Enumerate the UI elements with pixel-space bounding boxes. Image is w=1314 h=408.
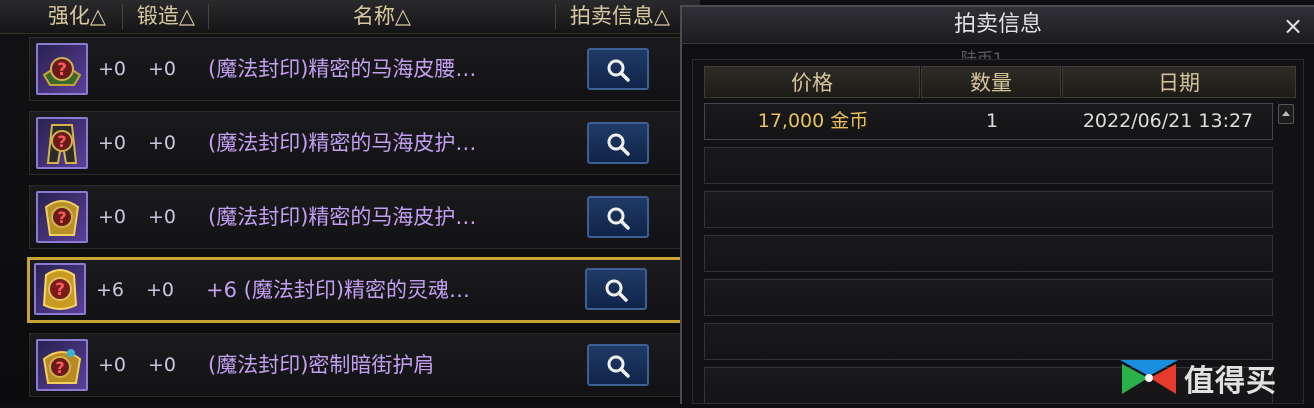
popup-title-bar[interactable]: 拍卖信息 × (682, 7, 1314, 44)
column-header-name[interactable]: 名称△ (212, 0, 552, 33)
item-name[interactable]: (魔法封印)精密的马海皮腰… (208, 38, 476, 100)
item-name[interactable]: +6 (魔法封印)精密的灵魂… (206, 260, 470, 320)
watermark-text: 值得买 (1184, 364, 1277, 399)
column-header-forge[interactable]: 锻造△ (126, 0, 206, 33)
column-header-date: 日期 (1062, 66, 1296, 98)
popup-title: 拍卖信息 (953, 12, 1042, 37)
header-divider (122, 4, 123, 29)
search-auction-button[interactable] (587, 344, 649, 386)
svg-text:?: ? (57, 208, 66, 227)
forge-value: +0 (148, 132, 177, 154)
list-header: 强化△ 锻造△ 名称△ 拍卖信息△ (0, 0, 700, 34)
scroll-up-button[interactable] (1278, 104, 1294, 124)
item-row[interactable]: ? +0 +0 (魔法封印)密制暗街护肩 (29, 333, 689, 397)
item-slot[interactable]: ? (36, 191, 88, 243)
price-cell: 17,000 金币 (757, 110, 869, 132)
soul-armor-icon: ? (42, 269, 78, 310)
item-slot[interactable]: ? (36, 43, 88, 95)
enhance-value: +0 (98, 58, 127, 80)
enhance-value: +0 (98, 132, 127, 154)
forge-value: +0 (148, 58, 177, 80)
shoulder-guard-icon: ? (42, 349, 82, 384)
shoulder-icon: ? (44, 200, 80, 236)
forge-value: +0 (148, 206, 177, 228)
item-name[interactable]: (魔法封印)精密的马海皮护… (208, 112, 476, 174)
item-list-panel: 强化△ 锻造△ 名称△ 拍卖信息△ ? +0 +0 (魔法封印)精密的马海皮腰… (0, 0, 700, 404)
belt-icon: ? (42, 57, 82, 86)
column-header-quantity: 数量 (921, 66, 1061, 98)
svg-text:?: ? (55, 280, 65, 300)
svg-text:?: ? (57, 132, 66, 151)
quantity-cell: 1 (985, 110, 999, 132)
auction-row[interactable]: 17,000 金币 1 2022/06/21 13:27 (704, 103, 1273, 140)
enhance-value: +0 (98, 354, 127, 376)
smzdm-logo-icon (1120, 360, 1178, 394)
close-button[interactable]: × (1280, 13, 1306, 39)
column-header-price: 价格 (704, 66, 920, 98)
header-divider (208, 4, 209, 29)
enhance-value: +6 (96, 279, 125, 301)
auction-row-empty (704, 279, 1273, 316)
item-row[interactable]: ? +0 +0 (魔法封印)精密的马海皮护… (29, 111, 689, 175)
item-name[interactable]: (魔法封印)密制暗街护肩 (208, 334, 434, 396)
date-cell: 2022/06/21 13:27 (1082, 110, 1254, 132)
search-auction-button[interactable] (587, 48, 649, 90)
item-slot[interactable]: ? (36, 117, 88, 169)
enhance-value: +0 (98, 206, 127, 228)
item-row-selected[interactable]: ? +6 +0 +6 (魔法封印)精密的灵魂… (27, 257, 691, 323)
item-name[interactable]: (魔法封印)精密的马海皮护… (208, 186, 476, 248)
auction-row-empty (704, 191, 1273, 228)
auction-row-empty (704, 235, 1273, 272)
magnifier-icon (607, 133, 630, 156)
search-auction-button[interactable] (587, 122, 649, 164)
auction-row-empty (704, 147, 1273, 184)
magnifier-icon (607, 59, 630, 82)
item-slot[interactable]: ? (36, 339, 88, 391)
magnifier-icon (607, 207, 630, 230)
item-row[interactable]: ? +0 +0 (魔法封印)精密的马海皮腰… (29, 37, 689, 101)
search-auction-button[interactable] (585, 268, 647, 310)
header-divider (555, 4, 556, 29)
item-row[interactable]: ? +0 +0 (魔法封印)精密的马海皮护… (29, 185, 689, 249)
svg-text:?: ? (55, 358, 64, 377)
column-header-auction[interactable]: 拍卖信息△ (558, 0, 682, 33)
item-slot[interactable]: ? (34, 263, 86, 315)
search-auction-button[interactable] (587, 196, 649, 238)
watermark: 值得买 (1118, 350, 1314, 404)
svg-text:?: ? (57, 60, 67, 80)
pants-icon: ? (46, 124, 78, 164)
forge-value: +0 (148, 354, 177, 376)
magnifier-icon (605, 279, 628, 302)
forge-value: +0 (146, 279, 175, 301)
auction-info-popup: 拍卖信息 × 陆币1 价格 数量 日期 17,000 金币 1 2022/06/… (680, 5, 1314, 404)
magnifier-icon (607, 355, 630, 378)
column-header-enhance[interactable]: 强化△ (36, 0, 118, 33)
